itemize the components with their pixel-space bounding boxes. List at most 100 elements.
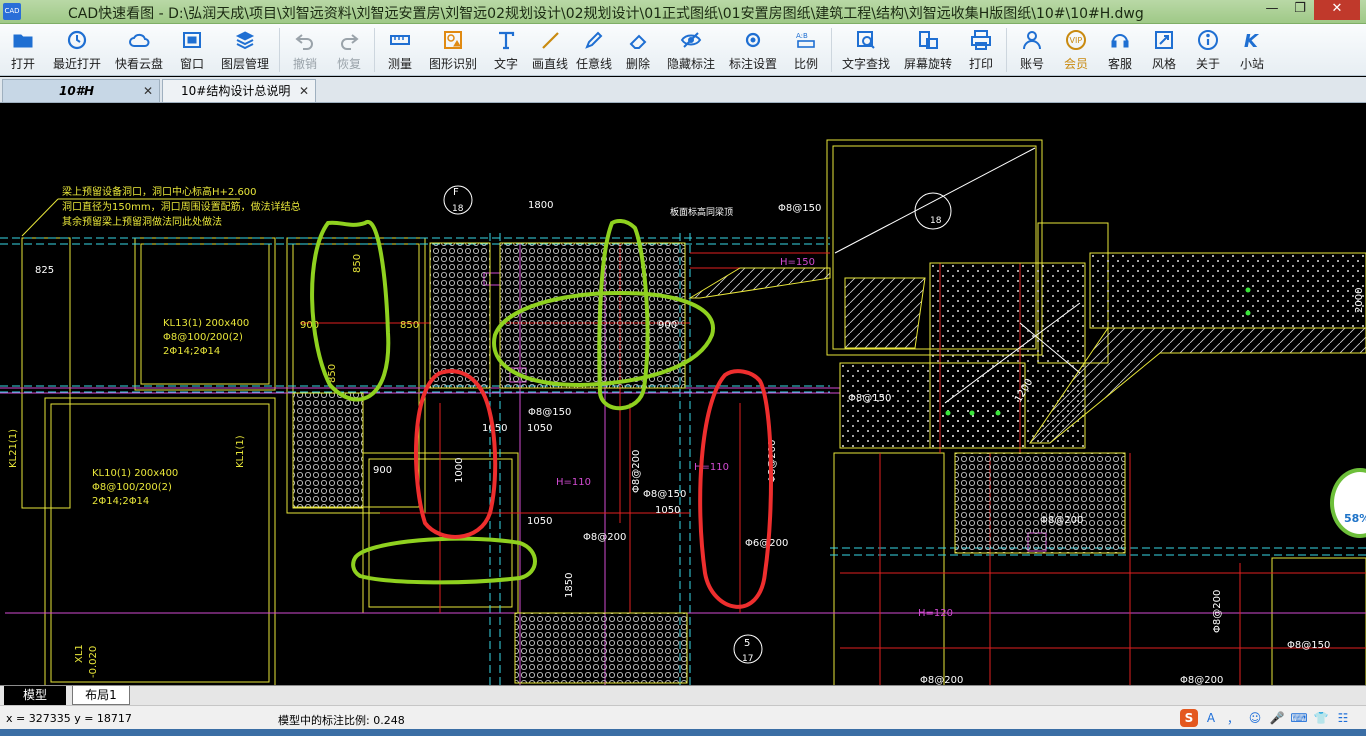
slab-height-label: H=110 [556,477,591,488]
cloud-button[interactable]: 快看云盘 [108,24,170,76]
minimize-button[interactable]: — [1258,0,1286,20]
rotate-screen-icon [917,29,939,51]
toolbar-label: 图形识别 [428,57,477,71]
dim-850: 850 [352,254,363,273]
toolbar-label: 任意线 [575,57,612,71]
dim-1800: 1800 [528,200,553,211]
info-button[interactable]: 关于 [1186,24,1230,76]
user-button[interactable]: 账号 [1010,24,1054,76]
beam-stirrup-kl10: Φ8@100/200(2) [92,482,172,493]
beam-bars-kl10: 2Φ14;2Φ14 [92,496,149,507]
dim-825: 825 [35,265,54,276]
style-button[interactable]: 风格 [1142,24,1186,76]
toolbar-label: 文字 [493,57,518,71]
line-button[interactable]: 画直线 [528,24,572,76]
tab-design-notes[interactable]: 10#结构设计总说明 ✕ [162,79,316,102]
beam-label-kl1: KL1(1) [235,435,246,468]
rebar-label: Φ8@200 [1180,675,1223,685]
shape-recognize-button[interactable]: 图形识别 [422,24,484,76]
rebar-label: Φ8@150 [528,407,571,418]
beam-stirrup-kl13: Φ8@100/200(2) [163,332,243,343]
hide-eye-button[interactable]: 隐藏标注 [660,24,722,76]
microphone-icon[interactable]: 🎤 [1268,709,1286,727]
pen-button[interactable]: 任意线 [572,24,616,76]
history-button[interactable]: 最近打开 [46,24,108,76]
dim-900: 900 [658,320,677,331]
tab-model[interactable]: 模型 [4,686,66,705]
rebar-label: Φ8@200 [920,675,963,685]
scale-button[interactable]: A:B 比例 [784,24,828,76]
tab-label: 10#H [59,84,95,98]
emoji-icon[interactable]: ☺ [1246,709,1264,727]
axis-sub-label: 17 [742,654,753,664]
ruler-icon [389,29,411,51]
redo-icon [338,29,360,51]
k-station-button[interactable]: K 小站 [1230,24,1274,76]
redo-button[interactable]: 恢复 [327,24,371,76]
layout-tab-bar: 模型 布局1 [0,685,1366,705]
ime-toolbar: S A ， ☺ 🎤 ⌨ 👕 ☷ [1180,709,1352,727]
vip-button[interactable]: VIP 会员 [1054,24,1098,76]
sogou-logo-icon[interactable]: S [1180,709,1198,727]
cad-note-1: 梁上预留设备洞口，洞口中心标高H+2.600 [62,185,257,198]
skin-icon[interactable]: 👕 [1312,709,1330,727]
taskbar [0,729,1366,736]
toolbar-label: 快看云盘 [114,57,163,71]
hide-eye-icon [680,29,702,51]
close-tab-icon[interactable]: ✕ [299,80,309,102]
window-button[interactable]: 窗口 [170,24,214,76]
headset-button[interactable]: 客服 [1098,24,1142,76]
layers-button[interactable]: 图层管理 [214,24,276,76]
printer-button[interactable]: 打印 [959,24,1003,76]
toolbar-separator [374,28,375,72]
toolbar-separator [1006,28,1007,72]
toolbar-label: 窗口 [179,57,204,71]
text-button[interactable]: 文字 [484,24,528,76]
beam-label-kl13: KL13(1) 200x400 [163,318,249,329]
folder-button[interactable]: 打开 [0,24,46,76]
rebar-label: Φ8@200 [631,450,642,493]
eraser-icon [627,29,649,51]
dim-1850: 1850 [564,573,575,598]
axis-label: 5 [744,638,750,649]
close-tab-icon[interactable]: ✕ [143,80,153,102]
drawing-canvas[interactable]: 梁上预留设备洞口，洞口中心标高H+2.600 洞口直径为150mm，洞口周围设置… [0,103,1366,685]
toolbar-label: 测量 [387,57,412,71]
toolbar-label: 删除 [625,57,650,71]
ruler-button[interactable]: 测量 [378,24,422,76]
rebar-label: Φ8@150 [643,489,686,500]
cloud-icon [128,29,150,51]
eraser-button[interactable]: 删除 [616,24,660,76]
undo-button[interactable]: 撤销 [283,24,327,76]
user-icon [1021,29,1043,51]
toolbar-label: 客服 [1107,57,1132,71]
layers-icon [234,29,256,51]
keyboard-icon[interactable]: ⌨ [1290,709,1308,727]
ime-mode-icon[interactable]: A [1202,709,1220,727]
text-icon [495,29,517,51]
axis-sub-label: 18 [930,216,942,226]
tab-layout1[interactable]: 布局1 [72,686,130,705]
toolbar-label: 隐藏标注 [666,57,715,71]
toolbar-label: 撤销 [292,57,317,71]
toolbar-label: 最近打开 [52,57,101,71]
k-station-icon: K [1241,29,1263,51]
cursor-coordinates: x = 327335 y = 18717 [6,712,132,725]
tab-10h[interactable]: 10#H ✕ [2,79,160,102]
toolbox-icon[interactable]: ☷ [1334,709,1352,727]
toolbar-label: 恢复 [336,57,361,71]
rebar-label: Φ8@200 [1212,590,1223,633]
toolbar-label: 关于 [1195,57,1220,71]
tab-label: 10#结构设计总说明 [181,84,291,98]
pen-icon [583,29,605,51]
beam-label-xl1: XL1 [74,644,85,663]
punctuation-icon[interactable]: ， [1224,709,1242,727]
rebar-label: Φ8@150 [778,203,821,214]
annotation-settings-button[interactable]: 标注设置 [722,24,784,76]
rotate-screen-button[interactable]: 屏幕旋转 [897,24,959,76]
close-button[interactable]: ✕ [1314,0,1360,20]
slope-note: 板面标高同梁顶 [670,206,733,218]
text-search-button[interactable]: 文字查找 [835,24,897,76]
undo-icon [294,29,316,51]
restore-button[interactable]: ❐ [1286,0,1314,20]
